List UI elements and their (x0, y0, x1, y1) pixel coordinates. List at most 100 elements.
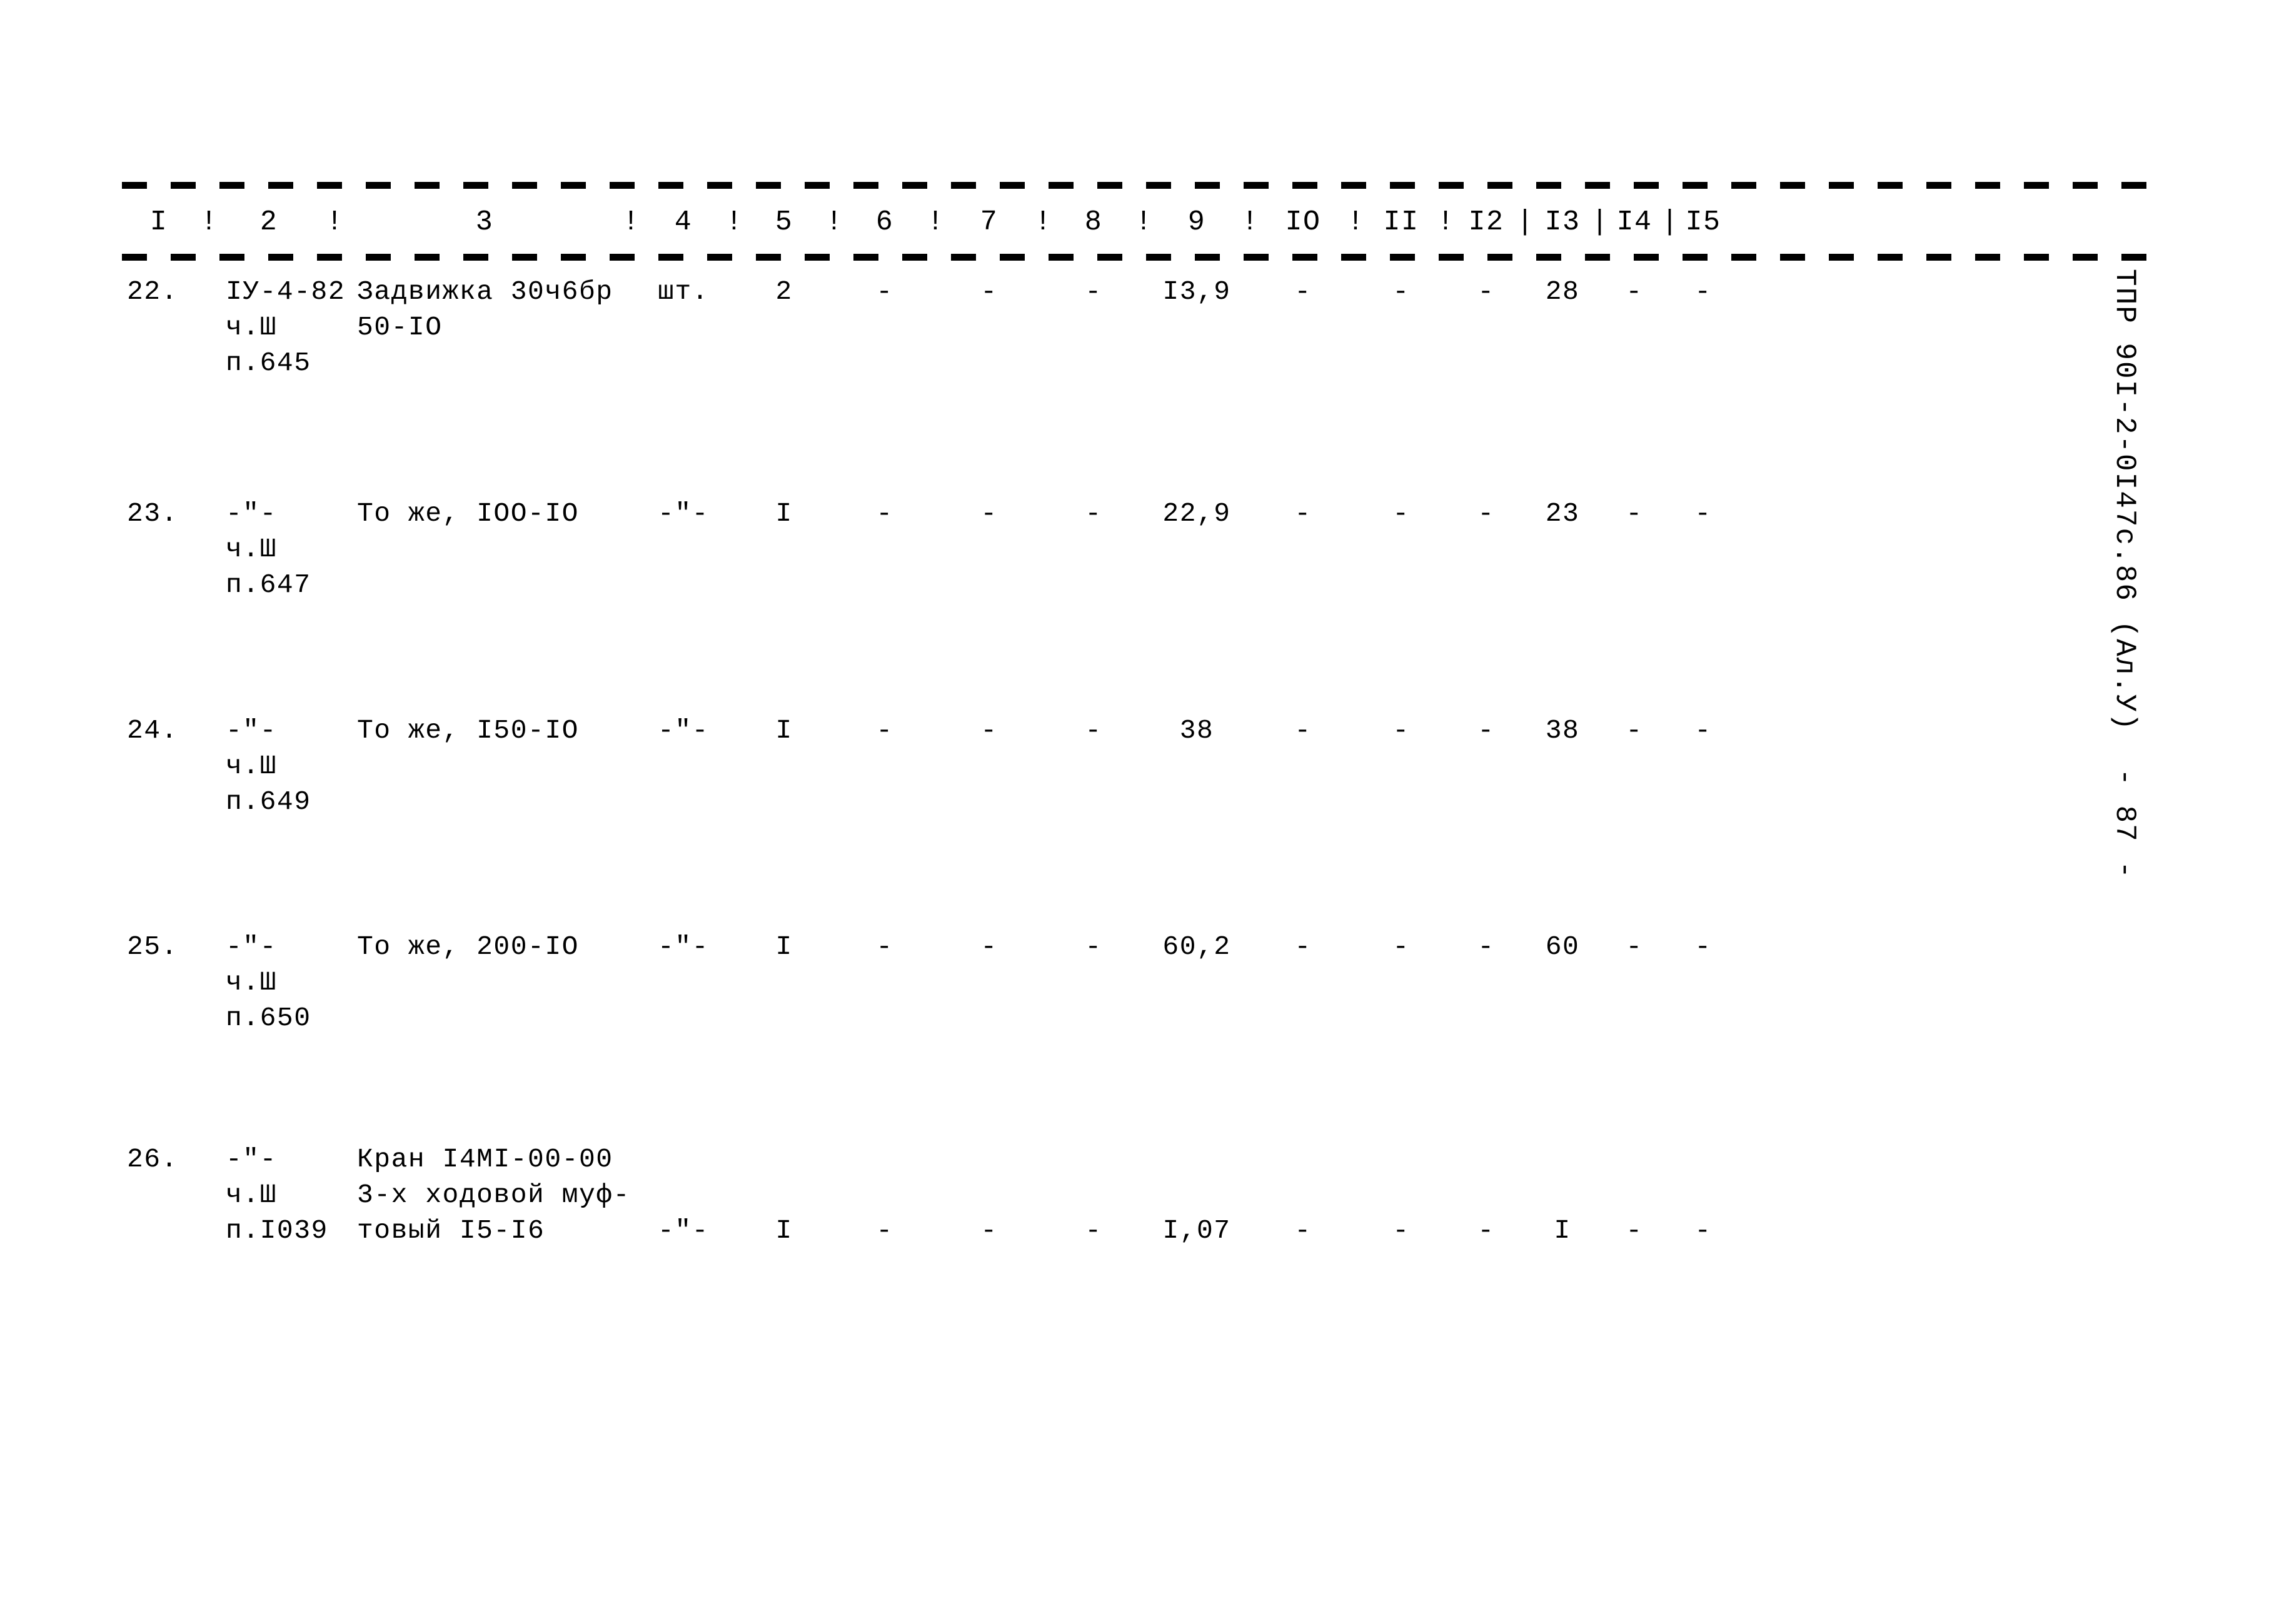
header-col-7: 7 (980, 206, 999, 238)
header-sep: ! (622, 206, 640, 238)
row-value-c7: - (980, 931, 998, 962)
specification-table: I ! 2 ! 3 ! 4 ! 5 ! 6 ! 7 ! 8 ! 9 ! IO !… (122, 181, 2151, 1274)
row-value-c13: I (1554, 1215, 1571, 1246)
table-row: 23. -"- ч.Ш п.647 То же, IOO-IO -"- I - - - 22,9 - -… (122, 496, 2151, 603)
row-value-c11: - (1392, 1215, 1410, 1246)
row-item-number: 26. (127, 1144, 178, 1175)
row-value-c12: - (1477, 276, 1495, 307)
row-value-c6: - (876, 1215, 893, 1246)
row-value-c10: - (1294, 498, 1312, 529)
row-value-c11: - (1392, 276, 1410, 307)
header-col-11: II (1383, 206, 1419, 238)
table-body: 22. IУ-4-82 ч.Ш п.645 Задвижка 30ч6бр 50-IO шт… (122, 261, 2151, 1274)
table-header-row: I ! 2 ! 3 ! 4 ! 5 ! 6 ! 7 ! 8 ! 9 ! IO !… (122, 189, 2151, 253)
row-code-line: п.645 (226, 348, 311, 378)
header-sep: ! (1437, 206, 1454, 238)
row-unit: -"- (658, 931, 709, 962)
row-value-c8: - (1085, 276, 1102, 307)
row-value-c6: - (876, 498, 893, 529)
header-sep: | (1516, 206, 1534, 238)
row-value-c13: 60 (1545, 931, 1580, 962)
row-name: Кран I4MI-00-00 3-х ходовой муф-товый I5-… (353, 1141, 630, 1248)
row-name-line: Кран I4MI-00-00 (357, 1144, 613, 1175)
header-col-9: 9 (1187, 206, 1206, 238)
header-sep: | (1661, 206, 1679, 238)
row-name-line: 3-х ходовой муф- (357, 1180, 630, 1210)
row-value-c10: - (1294, 276, 1312, 307)
row-code: -"- ч.Ш п.I039 (222, 1141, 328, 1248)
row-code: -"- ч.Ш п.649 (222, 713, 316, 820)
row-value-c5: I (775, 1215, 793, 1246)
header-col-10: IO (1285, 206, 1321, 238)
row-item-number: 25. (127, 931, 178, 962)
row-value-c8: - (1085, 931, 1102, 962)
row-value-c7: - (980, 1215, 998, 1246)
header-sep: ! (927, 206, 944, 238)
row-code-line: ч.Ш (226, 1180, 277, 1210)
header-sep: ! (1034, 206, 1052, 238)
row-name: То же, IOO-IO (353, 496, 616, 531)
row-value-c15: - (1694, 1215, 1712, 1246)
row-value-c13: 38 (1545, 715, 1580, 746)
table-header-border (122, 253, 2151, 261)
header-col-2: 2 (259, 206, 278, 238)
row-unit: шт. (658, 276, 709, 307)
row-value-c14: - (1626, 1215, 1643, 1246)
header-sep: ! (326, 206, 343, 238)
row-code-line: ч.Ш (226, 751, 277, 781)
row-name-line: То же, 200-IO (357, 931, 579, 962)
row-name-line: товый I5-I6 (357, 1215, 545, 1246)
row-value-c15: - (1694, 498, 1712, 529)
row-value-c8: - (1085, 498, 1102, 529)
row-code-line: п.I039 (226, 1215, 328, 1246)
row-item-number: 24. (127, 715, 178, 746)
row-code-line: п.650 (226, 1003, 311, 1033)
row-unit: -"- (658, 498, 709, 529)
row-name: То же, I50-IO (353, 713, 616, 748)
header-col-13: I3 (1544, 206, 1581, 238)
table-row: 24. -"- ч.Ш п.649 То же, I50-IO -"- I - - - 38 - - - 3… (122, 713, 2151, 820)
row-unit: -"- (658, 1215, 709, 1246)
row-name-line: То же, I50-IO (357, 715, 579, 746)
row-value-c12: - (1477, 715, 1495, 746)
header-col-3: 3 (475, 206, 494, 238)
row-value-c14: - (1626, 715, 1643, 746)
row-value-c9: I3,9 (1162, 276, 1231, 307)
row-name-line: Задвижка 30ч6бр (357, 276, 613, 307)
row-value-c11: - (1392, 715, 1410, 746)
row-value-c5: I (775, 498, 793, 529)
row-code-line: -"- (226, 1144, 277, 1175)
row-value-c5: I (775, 931, 793, 962)
row-value-c10: - (1294, 1215, 1312, 1246)
row-value-c9: 22,9 (1162, 498, 1231, 529)
header-sep: ! (1347, 206, 1364, 238)
row-code-line: ч.Ш (226, 967, 277, 998)
row-value-c15: - (1694, 715, 1712, 746)
row-code-line: -"- (226, 715, 277, 746)
sheet-reference-caption: ТПР 90I-2-0I47с.86 (Ал.У) - 87 - (2108, 269, 2141, 880)
table-row: 22. IУ-4-82 ч.Ш п.645 Задвижка 30ч6бр 50-IO шт… (122, 274, 2151, 381)
row-value-c14: - (1626, 931, 1643, 962)
row-code-line: ч.Ш (226, 534, 277, 564)
header-sep: ! (1135, 206, 1152, 238)
row-unit: -"- (658, 715, 709, 746)
table-top-border (122, 181, 2151, 189)
row-value-c6: - (876, 931, 893, 962)
row-name-line: То же, IOO-IO (357, 498, 579, 529)
row-code-line: -"- (226, 498, 277, 529)
row-value-c8: - (1085, 1215, 1102, 1246)
row-code-line: -"- (226, 931, 277, 962)
header-sep: ! (825, 206, 843, 238)
row-value-c5: I (775, 715, 793, 746)
header-col-6: 6 (875, 206, 894, 238)
row-item-number: 22. (127, 276, 178, 307)
header-col-12: I2 (1468, 206, 1504, 238)
row-value-c15: - (1694, 931, 1712, 962)
header-col-4: 4 (674, 206, 693, 238)
row-value-c11: - (1392, 498, 1410, 529)
row-value-c10: - (1294, 931, 1312, 962)
row-value-c8: - (1085, 715, 1102, 746)
header-sep: ! (1241, 206, 1259, 238)
row-value-c5: 2 (775, 276, 793, 307)
row-value-c6: - (876, 276, 893, 307)
